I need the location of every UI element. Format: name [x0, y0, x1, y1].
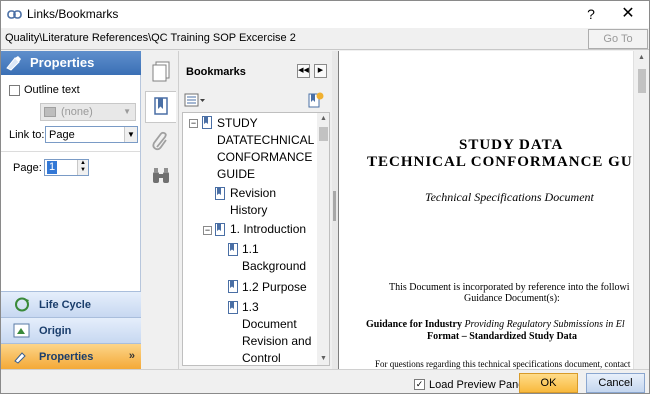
side-tab-rail [142, 51, 179, 369]
outline-text-label: Outline text [24, 84, 80, 96]
scroll-thumb[interactable] [638, 69, 646, 93]
cancel-button[interactable]: Cancel [586, 373, 645, 393]
nav-properties-label: Properties [39, 351, 94, 363]
preview-pane: STUDY DATA TECHNICAL CONFORMANCE GU Tech… [338, 51, 649, 369]
outline-text-option[interactable]: Outline text [9, 84, 80, 98]
origin-icon [13, 323, 30, 338]
link-to-label: Link to: [9, 129, 45, 141]
bookmark-icon [215, 223, 225, 236]
bookmark-item[interactable]: 1. Introduction [230, 221, 315, 238]
nav-life-cycle-label: Life Cycle [39, 299, 91, 311]
page-spinner[interactable]: ▲ ▼ [77, 160, 88, 175]
splitter-grip[interactable] [333, 191, 336, 221]
doc-paragraph: This Document is incorporated by referen… [389, 282, 630, 293]
properties-title: Properties [30, 55, 95, 70]
load-preview-checkbox[interactable]: ✓ [414, 379, 425, 390]
bookmark-icon [228, 301, 238, 314]
expand-panel-button[interactable]: ▶ [314, 64, 327, 78]
scroll-thumb[interactable] [319, 127, 328, 141]
bookmark-icon [228, 243, 238, 256]
doc-title-line-2: TECHNICAL CONFORMANCE GU [367, 154, 632, 170]
scroll-up-arrow[interactable]: ▲ [634, 54, 649, 66]
bookmark-item[interactable]: Revision History [230, 185, 315, 219]
doc-guidance-italic: Providing Regulatory Submissions in El [464, 319, 625, 330]
search-binoculars-icon[interactable] [151, 165, 171, 187]
outline-text-checkbox[interactable] [9, 84, 20, 96]
doc-guidance-line: Guidance for Industry Providing Regulato… [339, 319, 632, 330]
go-to-button[interactable]: Go To [588, 29, 648, 49]
properties-header: Properties [1, 51, 141, 75]
page-number-input[interactable]: 1 ▲ ▼ [44, 159, 89, 176]
path-bar: Quality\Literature References\QC Trainin… [1, 28, 649, 50]
bookmark-icon [202, 116, 212, 129]
nav-life-cycle[interactable]: Life Cycle [1, 291, 141, 317]
doc-guidance-bold: Guidance for Industry [366, 319, 465, 330]
page-number-value: 1 [47, 161, 58, 174]
doc-title-line-1: STUDY DATA [459, 137, 564, 153]
tab-bookmarks[interactable] [145, 91, 176, 123]
link-to-value: Page [49, 129, 75, 141]
options-icon[interactable] [184, 93, 206, 107]
collapse-toggle[interactable]: − [203, 226, 212, 235]
window-title: Links/Bookmarks [27, 7, 119, 21]
bookmark-item[interactable]: 1.1 Background [242, 241, 314, 275]
chevron-double-right-icon[interactable]: » [129, 350, 135, 362]
properties-icon [14, 352, 26, 364]
dialog-footer: ✓ Load Preview Pane OK Cancel [1, 369, 649, 393]
document-page: STUDY DATA TECHNICAL CONFORMANCE GU Tech… [339, 51, 632, 369]
doc-paragraph: For questions regarding this technical s… [375, 359, 632, 369]
doc-subtitle: Technical Specifications Document [425, 190, 594, 204]
page-label: Page: [13, 162, 42, 174]
outline-style-select[interactable]: (none) ▼ [40, 103, 136, 121]
title-bar: Links/Bookmarks ? ✕ [1, 1, 649, 28]
new-bookmark-icon[interactable] [307, 92, 324, 108]
pages-icon[interactable] [151, 61, 171, 83]
bookmarks-title: Bookmarks [186, 66, 246, 78]
bookmarks-panel: Bookmarks ◀◀ ▶ − STUDY DATATECHNICAL CON… [179, 51, 332, 369]
bookmarks-tree: − STUDY DATATECHNICAL CONFORMANCE GUIDE … [182, 112, 330, 366]
bookmark-item[interactable]: 1.2 Purpose [242, 279, 314, 296]
help-button[interactable]: ? [579, 4, 603, 24]
document-path: Quality\Literature References\QC Trainin… [5, 32, 296, 44]
bookmark-item[interactable]: 1.3 Document Revision and Control [242, 299, 314, 365]
collapse-panel-button[interactable]: ◀◀ [297, 64, 310, 78]
doc-guidance-line-2: Format – Standardized Study Data [427, 331, 578, 342]
style-value: (none) [61, 106, 93, 118]
divider [1, 151, 140, 152]
properties-icon [6, 56, 21, 71]
bookmark-icon [228, 280, 238, 293]
preview-scrollbar[interactable]: ▲ [633, 51, 649, 369]
doc-paragraph: Guidance Document(s): [464, 293, 560, 304]
lifecycle-icon [15, 297, 29, 312]
nav-origin-label: Origin [39, 325, 72, 337]
chevron-down-icon: ▼ [123, 107, 131, 116]
ok-button[interactable]: OK [519, 373, 578, 393]
collapse-toggle[interactable]: − [189, 119, 198, 128]
scroll-up-arrow[interactable]: ▲ [317, 113, 329, 125]
scroll-down-arrow[interactable]: ▼ [317, 353, 329, 365]
links-bookmarks-dialog: Links/Bookmarks ? ✕ Quality\Literature R… [0, 0, 650, 394]
bookmark-icon [154, 97, 168, 115]
bookmark-item[interactable]: STUDY DATATECHNICAL CONFORMANCE GUIDE [217, 115, 315, 183]
chevron-down-icon[interactable]: ▼ [124, 127, 137, 142]
color-swatch [44, 107, 56, 117]
bookmark-icon [215, 187, 225, 200]
attachment-icon[interactable] [151, 131, 171, 153]
nav-properties[interactable]: Properties » [1, 343, 141, 369]
close-button[interactable]: ✕ [615, 4, 641, 24]
bookmarks-scrollbar[interactable]: ▲ ▼ [317, 113, 329, 365]
properties-panel: Properties Outline text (none) ▼ Link to… [1, 51, 141, 369]
nav-origin[interactable]: Origin [1, 317, 141, 343]
load-preview-label: Load Preview Pane [429, 379, 525, 391]
link-icon [7, 10, 22, 19]
link-to-select[interactable]: Page ▼ [45, 126, 138, 143]
